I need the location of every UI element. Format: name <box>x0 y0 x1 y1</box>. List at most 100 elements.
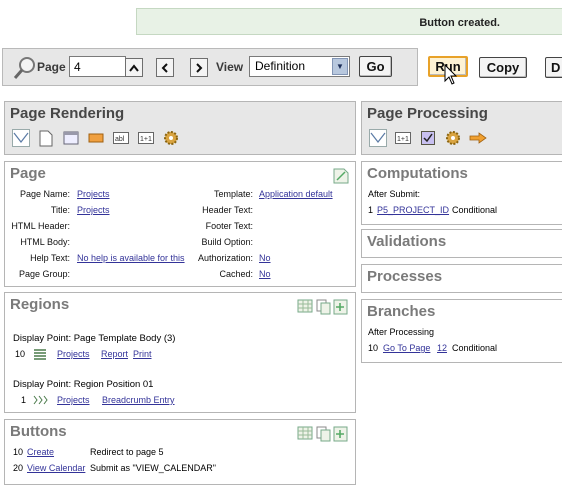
page-processing-panel: Page Processing 1+1 <box>361 101 562 155</box>
region-row: 1 <box>21 395 26 405</box>
go-button[interactable]: Go <box>359 56 392 77</box>
regions-edit-icons <box>297 299 349 315</box>
page-attr-label: Template: <box>213 189 253 199</box>
button-row-desc: Redirect to page 5 <box>90 447 164 457</box>
branch-link[interactable]: Go To Page <box>383 343 430 353</box>
region-group-title: Display Point: Page Template Body (3) <box>13 333 176 344</box>
mouse-cursor-icon <box>444 64 458 85</box>
regions-title: Regions <box>10 296 70 313</box>
processing-view-icons: 1+1 <box>369 129 487 147</box>
region-link-projects[interactable]: Projects <box>57 349 90 359</box>
delete-button[interactable]: D <box>545 57 562 78</box>
next-page-button[interactable] <box>190 58 208 77</box>
view-select[interactable]: Definition ▼ <box>249 56 350 77</box>
computation-seq: 1 <box>368 205 374 215</box>
validations-title: Validations <box>367 233 447 250</box>
page-processing-title: Page Processing <box>367 105 488 122</box>
region-seq: 10 <box>15 349 26 359</box>
view-select-value: Definition <box>255 59 306 73</box>
page-attr-label: Page Name: <box>19 189 70 199</box>
validations-section: Validations <box>361 229 562 258</box>
page-icon[interactable] <box>37 129 55 147</box>
page-section-title: Page <box>10 165 46 182</box>
region-row: 10 <box>15 349 25 359</box>
chevron-down-icon: ▼ <box>332 58 348 75</box>
computation-link[interactable]: P5_PROJECT_ID <box>377 205 449 215</box>
computation-icon[interactable]: 1+1 <box>137 129 155 147</box>
add-icon[interactable] <box>333 299 349 315</box>
copy-icon[interactable] <box>316 426 332 442</box>
region-link-report[interactable]: Report <box>101 349 128 359</box>
page-label: Page <box>37 60 66 74</box>
chevron-right-icon <box>196 62 203 73</box>
page-attr-label: Build Option: <box>201 237 253 247</box>
edit-page-icon[interactable] <box>333 168 349 184</box>
branch-point: After Processing <box>368 327 435 337</box>
computation-icon[interactable]: 1+1 <box>394 129 412 147</box>
button-icon[interactable] <box>87 129 105 147</box>
computations-section: Computations After Submit: 1 P5_PROJECT_… <box>361 161 562 225</box>
prev-page-button[interactable] <box>156 58 174 77</box>
page-rendering-title: Page Rendering <box>10 105 125 122</box>
page-attr-link[interactable]: Projects <box>77 189 110 199</box>
page-attr-link[interactable]: Application default <box>259 189 333 199</box>
page-attr-link[interactable]: Projects <box>77 205 110 215</box>
page-attr-link[interactable]: No <box>259 269 271 279</box>
computation-condition: Conditional <box>452 205 498 215</box>
button-link-view-calendar[interactable]: View Calendar <box>27 463 85 473</box>
tree-view-icon[interactable] <box>369 129 387 147</box>
svg-text:1+1: 1+1 <box>397 136 409 143</box>
regions-section: Regions Display Point: Page Template Bod… <box>4 292 356 413</box>
buttons-section: Buttons 10 Create Redirect to page 5 20 … <box>4 419 356 485</box>
page-attr-link[interactable]: No help is available for this <box>77 253 185 263</box>
page-attr-label: Cached: <box>219 269 253 279</box>
svg-text:abl: abl <box>115 136 125 143</box>
buttons-edit-icons <box>297 426 349 442</box>
page-up-button[interactable] <box>125 58 143 77</box>
validation-icon[interactable] <box>419 129 437 147</box>
region-icon[interactable] <box>62 129 80 147</box>
region-group-title: Display Point: Region Position 01 <box>13 379 154 390</box>
add-icon[interactable] <box>333 426 349 442</box>
item-icon[interactable]: abl <box>112 129 130 147</box>
button-link-create[interactable]: Create <box>27 447 54 457</box>
buttons-title: Buttons <box>10 423 67 440</box>
button-row-desc: Submit as "VIEW_CALENDAR" <box>90 463 216 473</box>
branches-section: Branches After Processing 10 Go To Page … <box>361 299 562 363</box>
branch-arrow-icon[interactable] <box>469 129 487 147</box>
rendering-view-icons: abl 1+1 <box>12 129 180 147</box>
branch-page-link[interactable]: 12 <box>437 343 447 353</box>
grid-edit-icon[interactable] <box>297 426 315 442</box>
computation-point: After Submit: <box>368 189 421 199</box>
search-icon <box>13 57 35 79</box>
grid-edit-icon[interactable] <box>297 299 315 315</box>
page-attr-label: Page Group: <box>18 269 70 279</box>
gear-icon[interactable] <box>444 129 462 147</box>
button-row-seq: 10 <box>13 447 24 457</box>
processes-title: Processes <box>367 268 443 285</box>
region-link-breadcrumb-entry[interactable]: Breadcrumb Entry <box>102 395 175 405</box>
page-attr-label: Help Text: <box>30 253 70 263</box>
page-attr-label: Footer Text: <box>205 221 253 231</box>
chevron-left-icon <box>161 62 168 73</box>
page-attr-label: Title: <box>50 205 70 215</box>
branch-seq: 10 <box>368 343 379 353</box>
page-attr-link[interactable]: No <box>259 253 271 263</box>
gear-icon[interactable] <box>162 129 180 147</box>
page-number-input[interactable] <box>69 56 126 77</box>
breadcrumb-region-icon <box>33 395 48 405</box>
copy-icon[interactable] <box>316 299 332 315</box>
copy-button[interactable]: Copy <box>479 57 527 78</box>
view-label: View <box>216 60 244 74</box>
page-attr-label: HTML Body: <box>20 237 70 247</box>
page-attr-label: Authorization: <box>197 253 253 263</box>
report-region-icon <box>34 349 46 360</box>
region-link-print[interactable]: Print <box>133 349 152 359</box>
page-attr-label: Header Text: <box>202 205 253 215</box>
computations-title: Computations <box>367 165 468 182</box>
page-attr-label: HTML Header: <box>11 221 70 231</box>
success-message: Button created. <box>136 8 562 35</box>
tree-view-icon[interactable] <box>12 129 30 147</box>
region-link-projects[interactable]: Projects <box>57 395 90 405</box>
processes-section: Processes <box>361 264 562 293</box>
